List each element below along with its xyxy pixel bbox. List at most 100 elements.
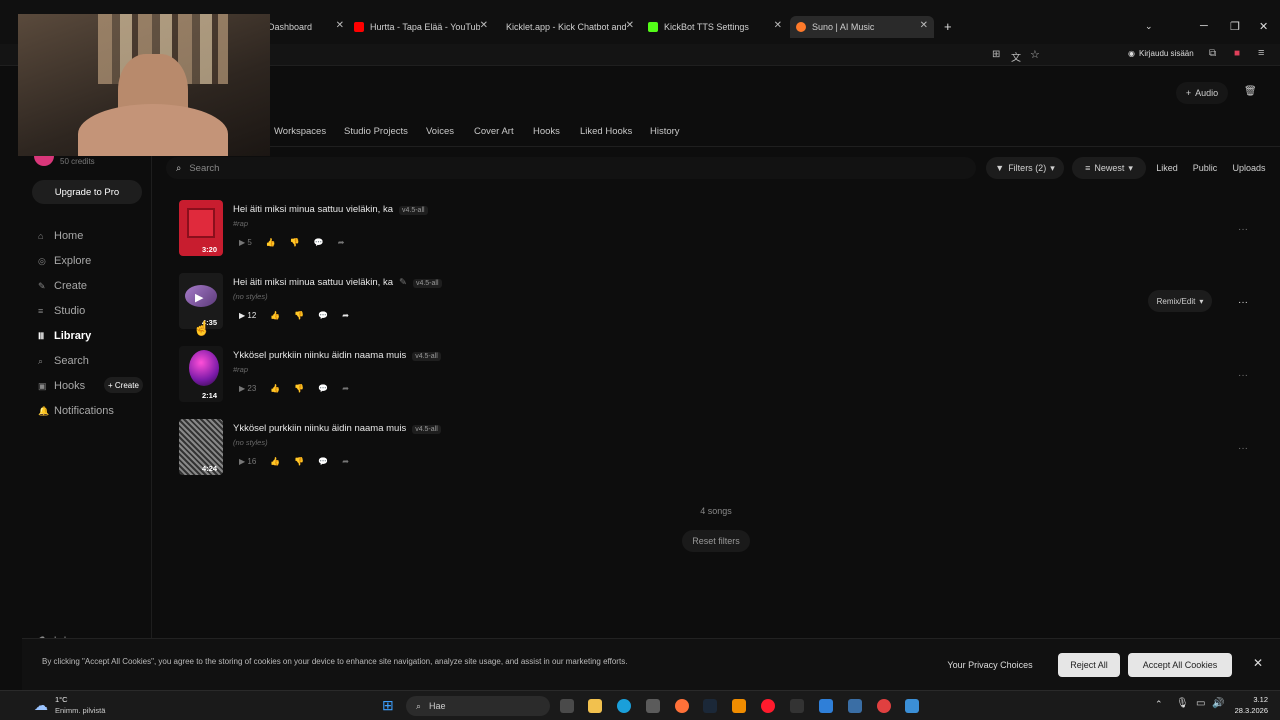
sidebar-item-search[interactable]: ⌕ Search — [38, 355, 89, 367]
list-item[interactable]: 3:20 Hei äiti miksi minua sattuu vieläki… — [168, 200, 1268, 270]
play-icon[interactable]: ▶ 23 — [239, 384, 256, 393]
tab-dashboard[interactable]: Dashboard ✕ — [268, 16, 344, 38]
edge-icon[interactable] — [617, 699, 631, 713]
list-item[interactable]: ▶ 4:35 Hei äiti miksi minua sattuu vielä… — [168, 273, 1268, 343]
comment-icon[interactable]: 💬 — [318, 384, 328, 393]
more-icon[interactable]: ··· — [1238, 297, 1248, 308]
cover-art[interactable]: 2:14 — [179, 346, 223, 402]
more-icon[interactable]: ··· — [1238, 224, 1248, 235]
play-icon[interactable]: ▶ 12 — [239, 311, 256, 320]
menu-icon[interactable]: ≡ — [1258, 47, 1264, 59]
new-tab-icon[interactable]: + — [944, 19, 952, 34]
translate-icon[interactable]: 文 — [1011, 49, 1021, 64]
filters-button[interactable]: ▼ Filters (2) ▾ — [986, 157, 1064, 179]
list-item[interactable]: 4:24 Ykkösel purkkiin niinku äidin naama… — [168, 419, 1268, 489]
comment-icon[interactable]: 💬 — [314, 238, 324, 247]
share-icon[interactable]: ➦ — [342, 384, 349, 393]
paint-icon[interactable] — [819, 699, 833, 713]
tab-kickbot[interactable]: KickBot TTS Settings ✕ — [648, 16, 782, 38]
close-icon[interactable]: ✕ — [336, 20, 344, 31]
uploads-filter-button[interactable]: Uploads — [1228, 157, 1270, 179]
thumbs-down-icon[interactable]: 👎 — [294, 457, 304, 466]
tab-kicklet[interactable]: Kicklet.app - Kick Chatbot and C ✕ — [500, 16, 634, 38]
sidebar-item-home[interactable]: ⌂ Home — [38, 230, 83, 242]
close-icon[interactable]: ✕ — [1253, 656, 1263, 670]
extensions-icon[interactable]: ⧉ — [1209, 48, 1216, 59]
comment-icon[interactable]: 💬 — [318, 311, 328, 320]
network-icon[interactable]: ▭ — [1196, 698, 1205, 709]
notepad-icon[interactable] — [905, 699, 919, 713]
sort-button[interactable]: ≡ Newest ▾ — [1072, 157, 1146, 179]
close-icon[interactable]: ✕ — [625, 20, 634, 31]
more-icon[interactable]: ··· — [1238, 443, 1248, 454]
song-title[interactable]: Hei äiti miksi minua sattuu vieläkin, ka — [233, 277, 393, 288]
sidebar-item-library[interactable]: Ⅲ Library — [38, 330, 91, 342]
tab-youtube[interactable]: Hurtta - Tapa Elää - YouTube ✕ — [354, 16, 488, 38]
share-icon[interactable]: ➦ — [338, 238, 345, 247]
thumbs-up-icon[interactable]: 👍 — [266, 238, 276, 247]
microphone-icon[interactable]: 🎙 — [1176, 698, 1189, 709]
add-audio-button[interactable]: + Audio — [1176, 82, 1228, 104]
minimize-icon[interactable]: ─ — [1200, 20, 1208, 32]
tab-workspaces[interactable]: Workspaces — [274, 126, 326, 137]
tab-hooks[interactable]: Hooks — [533, 126, 560, 137]
cover-art[interactable]: 3:20 — [179, 200, 223, 256]
thumbs-up-icon[interactable]: 👍 — [270, 384, 280, 393]
install-icon[interactable]: ⊞ — [992, 49, 1000, 60]
thumbs-down-icon[interactable]: 👎 — [294, 311, 304, 320]
weather-icon[interactable]: ☁ — [34, 697, 48, 714]
star-icon[interactable]: ☆ — [1030, 48, 1040, 61]
windows-start-icon[interactable]: ⊞ — [382, 697, 394, 714]
reset-filters-button[interactable]: Reset filters — [682, 530, 750, 552]
tab-suno[interactable]: Suno | AI Music ✕ — [790, 16, 934, 38]
avatar[interactable] — [34, 156, 54, 166]
task-view-icon[interactable] — [560, 699, 574, 713]
trash-icon[interactable]: 🗑 — [1244, 86, 1257, 97]
taskbar-search[interactable]: ⌕ Hae — [406, 696, 550, 716]
app-icon[interactable] — [848, 699, 862, 713]
song-title[interactable]: Hei äiti miksi minua sattuu vieläkin, ka — [233, 204, 393, 215]
liked-filter-button[interactable]: Liked — [1152, 157, 1182, 179]
firefox-icon[interactable] — [675, 699, 689, 713]
sidebar-item-explore[interactable]: ◎ Explore — [38, 255, 91, 267]
thumbs-down-icon[interactable]: 👎 — [294, 384, 304, 393]
more-icon[interactable]: ··· — [1238, 370, 1248, 381]
search-input[interactable]: ⌕ Search — [166, 157, 976, 179]
close-icon[interactable]: ✕ — [479, 20, 488, 31]
extension-badge-icon[interactable]: ■ — [1234, 48, 1240, 59]
signin-button[interactable]: ◉ Kirjaudu sisään — [1128, 49, 1194, 58]
volume-icon[interactable]: 🔊 — [1212, 698, 1224, 709]
vlc-icon[interactable] — [732, 699, 746, 713]
play-icon[interactable]: ▶ — [195, 291, 203, 304]
upgrade-button[interactable]: Upgrade to Pro — [32, 180, 142, 204]
tab-voices[interactable]: Voices — [426, 126, 454, 137]
sidebar-item-create[interactable]: ✎ Create — [38, 280, 87, 292]
tab-liked-hooks[interactable]: Liked Hooks — [580, 126, 632, 137]
terminal-icon[interactable] — [790, 699, 804, 713]
cover-art[interactable]: 4:24 — [179, 419, 223, 475]
sidebar-item-notifications[interactable]: 🔔 Notifications — [38, 405, 114, 417]
remix-edit-button[interactable]: Remix/Edit ▾ — [1148, 290, 1212, 312]
tab-cover-art[interactable]: Cover Art — [474, 126, 514, 137]
file-explorer-icon[interactable] — [588, 699, 602, 713]
share-icon[interactable]: ➦ — [342, 457, 349, 466]
tab-studio-projects[interactable]: Studio Projects — [344, 126, 408, 137]
close-icon[interactable]: ✕ — [920, 20, 928, 31]
list-item[interactable]: 2:14 Ykkösel purkkiin niinku äidin naama… — [168, 346, 1268, 416]
sidebar-item-studio[interactable]: ≡ Studio — [38, 305, 85, 317]
tray-chevron-icon[interactable]: ⌃ — [1155, 699, 1163, 710]
accept-all-button[interactable]: Accept All Cookies — [1128, 653, 1232, 677]
public-filter-button[interactable]: Public — [1188, 157, 1222, 179]
thumbs-up-icon[interactable]: 👍 — [270, 457, 280, 466]
store-icon[interactable] — [646, 699, 660, 713]
tab-search-chevron-icon[interactable]: ⌄ — [1145, 21, 1153, 32]
close-icon[interactable]: ✕ — [774, 20, 782, 31]
maximize-icon[interactable]: ❐ — [1230, 20, 1240, 33]
edit-icon[interactable]: ✎ — [399, 277, 407, 288]
song-title[interactable]: Ykkösel purkkiin niinku äidin naama muis — [233, 350, 406, 361]
play-icon[interactable]: ▶ 5 — [239, 238, 252, 247]
reject-all-button[interactable]: Reject All — [1058, 653, 1120, 677]
opera-icon[interactable] — [761, 699, 775, 713]
steam-icon[interactable] — [703, 699, 717, 713]
chrome-icon[interactable] — [877, 699, 891, 713]
